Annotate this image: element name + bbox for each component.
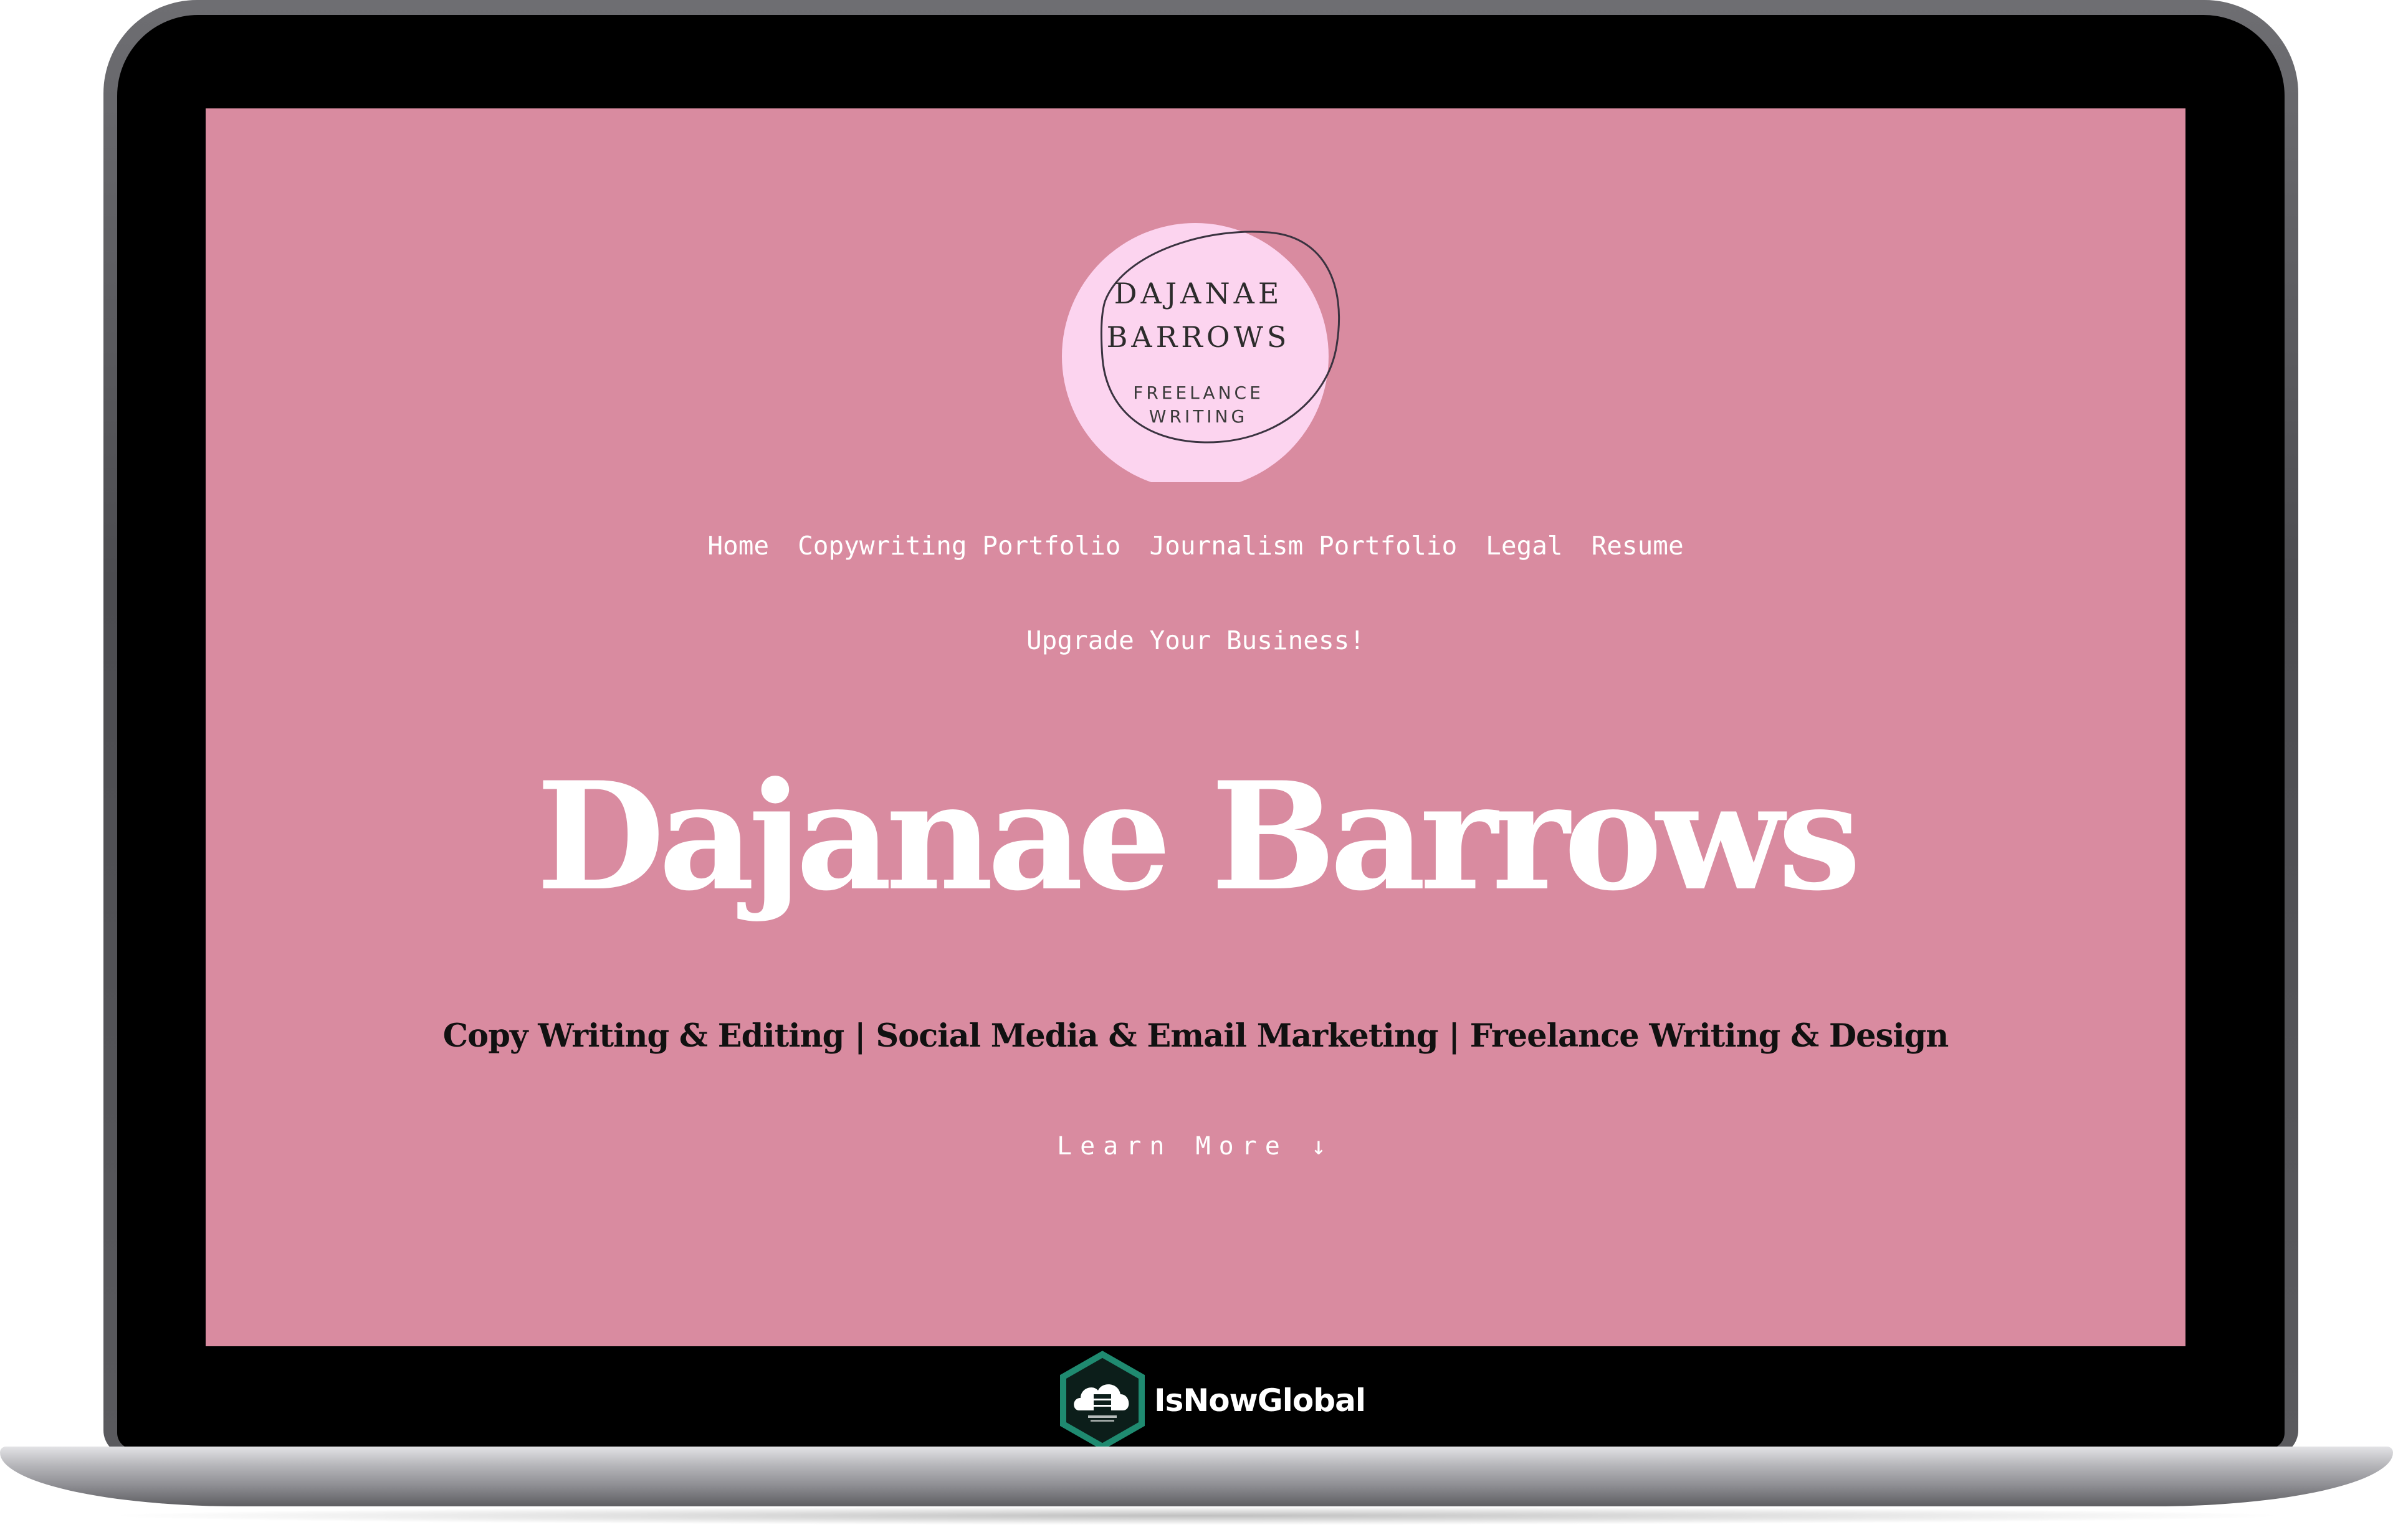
navigation-second-row: Upgrade Your Business! [206,622,2185,659]
laptop-shadow [100,1506,2293,1525]
nav-item-resume[interactable]: Resume [1592,527,1684,564]
logo-name-line1: DAJANAE [1114,277,1283,310]
laptop-base [0,1447,2393,1506]
learn-more-link[interactable]: Learn More ↓ [206,1128,2185,1165]
logo-subtitle-line2: WRITING [1149,406,1248,427]
nav-item-legal[interactable]: Legal [1486,527,1562,564]
brand-watermark: IsNowGlobal [1058,1351,1366,1450]
hero-title: Dajanae Barrows [536,750,1861,924]
nav-item-copywriting-portfolio[interactable]: Copywriting Portfolio [798,527,1120,564]
site-logo[interactable]: DAJANAE BARROWS FREELANCE WRITING [1049,158,1348,482]
nav-item-journalism-portfolio[interactable]: Journalism Portfolio [1149,527,1457,564]
nav-item-upgrade-your-business[interactable]: Upgrade Your Business! [1026,625,1365,655]
hero-subtitle: Copy Writing & Editing | Social Media & … [442,1017,1949,1055]
cloud-server-hexagon-icon [1060,1351,1145,1450]
logo-name-line2: BARROWS [1106,320,1291,354]
nav-item-home[interactable]: Home [707,527,769,564]
website-screen: DAJANAE BARROWS FREELANCE WRITING Home C… [206,108,2185,1346]
brand-name: IsNowGlobal [1154,1382,1366,1419]
logo-subtitle-line1: FREELANCE [1133,383,1264,403]
main-navigation: Home Copywriting Portfolio Journalism Po… [206,527,2185,564]
laptop-mockup: DAJANAE BARROWS FREELANCE WRITING Home C… [0,0,2393,1540]
